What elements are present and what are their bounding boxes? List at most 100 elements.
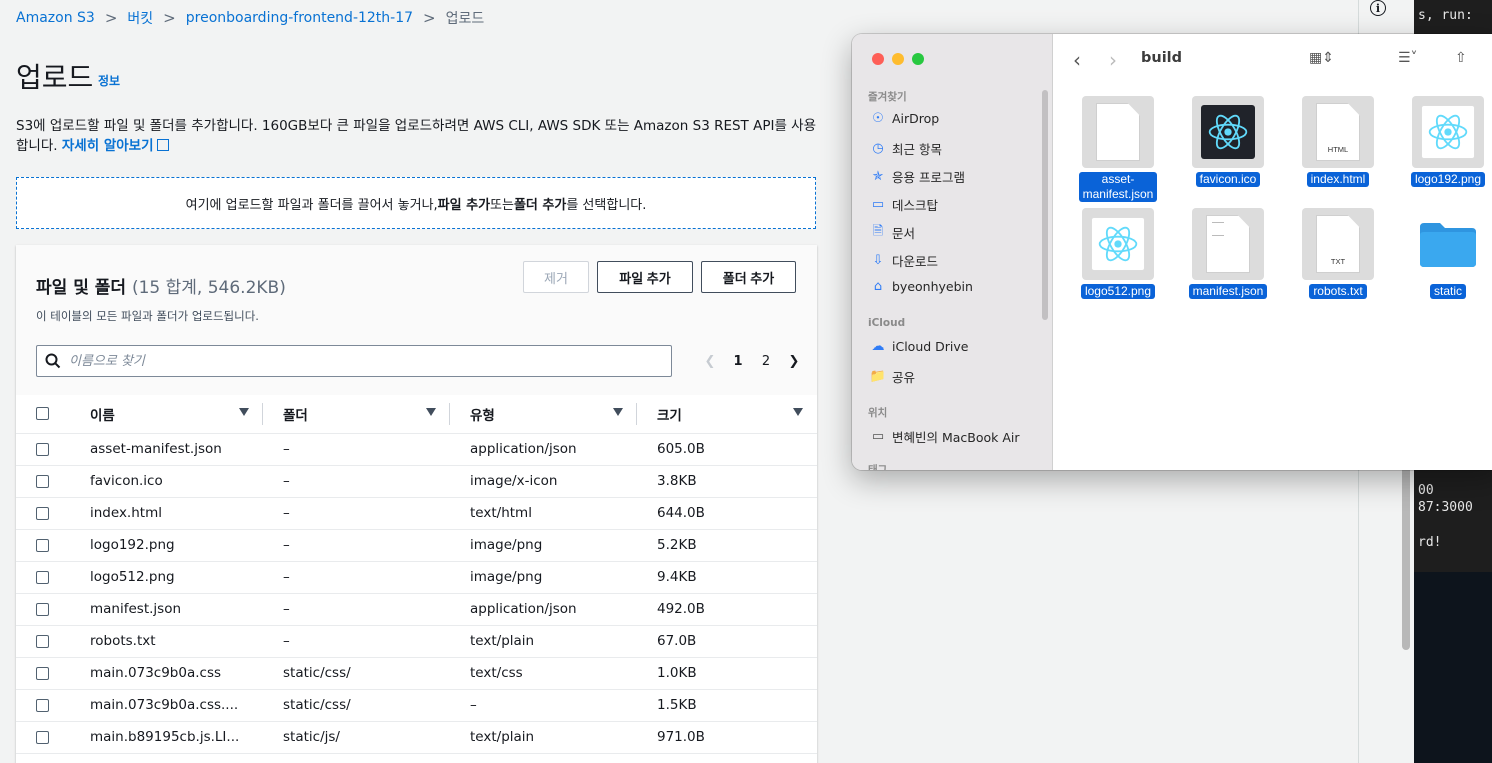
type-cell: text/css — [450, 657, 637, 690]
minimize-window-button[interactable] — [892, 53, 904, 65]
row-checkbox[interactable] — [36, 698, 49, 712]
row-checkbox[interactable] — [36, 474, 49, 488]
file-name-label: logo512.png — [1080, 284, 1156, 299]
table-row[interactable]: asset-manifest.json – application/json 605.… — [16, 433, 817, 466]
next-page-icon[interactable]: ❯ — [780, 354, 808, 369]
files-table: 이름 폴더 유형 크기 asset-manifest.json – applicat… — [16, 395, 817, 754]
remove-button[interactable]: 제거 — [523, 261, 589, 293]
file-tile[interactable]: manifest.json — [1183, 208, 1273, 299]
learn-more-link[interactable]: 자세히 알아보기 — [62, 138, 169, 154]
row-checkbox[interactable] — [36, 602, 49, 616]
breadcrumb-bucket[interactable]: preonboarding-frontend-12th-17 — [186, 10, 413, 26]
sidebar-item[interactable]: ✯ 응용 프로그램 — [870, 167, 965, 186]
file-tile[interactable]: TXT robots.txt — [1293, 208, 1383, 299]
dropzone-prefix: 여기에 업로드할 파일과 폴더를 끌어서 놓거나, — [185, 197, 438, 213]
row-checkbox[interactable] — [36, 730, 49, 744]
sidebar-item[interactable]: ☁ iCloud Drive — [870, 339, 969, 354]
type-cell: image/png — [450, 529, 637, 562]
table-row[interactable]: index.html – text/html 644.0B — [16, 497, 817, 530]
sidebar-item[interactable]: ⇩ 다운로드 — [870, 251, 938, 270]
sidebar-item[interactable]: ⌂ byeonhyebin — [870, 279, 973, 294]
sidebar-item[interactable]: ▭ 변혜빈의 MacBook Air — [870, 427, 1020, 446]
breadcrumb-buckets[interactable]: 버킷 — [127, 8, 153, 28]
file-type-tag: TXT — [1330, 257, 1346, 266]
file-tile[interactable]: HTML index.html — [1293, 96, 1383, 187]
sidebar-item[interactable]: 📁 공유 — [870, 367, 915, 386]
upload-dropzone[interactable]: 여기에 업로드할 파일과 폴더를 끌어서 놓거나, 파일 추가 또는 폴더 추가… — [16, 177, 816, 229]
back-icon[interactable]: ‹ — [1073, 48, 1081, 72]
info-link[interactable]: 정보 — [98, 72, 120, 89]
file-tile[interactable]: logo512.png — [1073, 208, 1163, 299]
size-cell: 644.0B — [637, 497, 817, 530]
row-checkbox[interactable] — [36, 666, 49, 680]
search-input[interactable] — [69, 353, 629, 369]
column-name[interactable]: 이름 — [76, 395, 263, 434]
file-name-label: asset- manifest.json — [1078, 172, 1158, 202]
sidebar-item[interactable]: ▭ 데스크탑 — [870, 195, 938, 214]
logo-image — [1421, 105, 1475, 159]
add-folder-button[interactable]: 폴더 추가 — [701, 261, 796, 293]
table-row[interactable]: main.073c9b0a.css.... static/css/–1.5KB — [16, 689, 817, 722]
column-size[interactable]: 크기 — [637, 395, 817, 434]
row-checkbox[interactable] — [36, 570, 49, 584]
share-icon[interactable]: ⇧ — [1455, 50, 1467, 66]
sidebar-item[interactable]: ☉ AirDrop — [870, 111, 939, 126]
icon-view-icon[interactable]: ▦⇕ — [1309, 50, 1334, 66]
table-row[interactable]: logo512.png – image/png 9.4KB — [16, 561, 817, 594]
react-logo-icon — [1428, 114, 1468, 150]
sidebar-item[interactable]: 🗎 문서 — [870, 223, 915, 242]
page-1[interactable]: 1 — [724, 354, 752, 369]
row-checkbox[interactable] — [36, 634, 49, 648]
add-files-button[interactable]: 파일 추가 — [597, 261, 693, 293]
breadcrumb-s3[interactable]: Amazon S3 — [16, 10, 95, 26]
prev-page-icon[interactable]: ❮ — [696, 354, 724, 369]
favorites-heading: 즐겨찾기 — [868, 91, 907, 103]
desktop-icon: ▭ — [871, 197, 885, 212]
column-folder[interactable]: 폴더 — [263, 395, 450, 434]
favicon-image — [1201, 105, 1255, 159]
page-2[interactable]: 2 — [752, 354, 780, 369]
folder-cell: – — [263, 625, 450, 658]
table-body: asset-manifest.json – application/json 605.… — [16, 433, 817, 754]
row-select-cell — [16, 657, 76, 690]
row-checkbox[interactable] — [36, 442, 49, 456]
file-tile[interactable]: asset- manifest.json — [1073, 96, 1163, 202]
window-controls — [872, 53, 924, 65]
table-row[interactable]: manifest.json – application/json 492.0B — [16, 593, 817, 626]
row-select-cell — [16, 465, 76, 498]
chevron-right-icon: > — [104, 9, 118, 27]
terminal-line: rd! — [1418, 535, 1442, 550]
table-row[interactable]: logo192.png – image/png 5.2KB — [16, 529, 817, 562]
row-checkbox[interactable] — [36, 506, 49, 520]
table-row[interactable]: robots.txt – text/plain 67.0B — [16, 625, 817, 658]
column-type[interactable]: 유형 — [450, 395, 637, 434]
column-folder-label: 폴더 — [283, 407, 308, 424]
row-checkbox[interactable] — [36, 538, 49, 552]
folder-cell: – — [263, 433, 450, 466]
breadcrumb-current: 업로드 — [445, 11, 485, 27]
size-cell: 5.2KB — [637, 529, 817, 562]
file-tile[interactable]: static — [1403, 208, 1492, 299]
file-tile[interactable]: logo192.png — [1403, 96, 1492, 187]
search-box — [36, 345, 672, 377]
info-icon[interactable]: i — [1370, 0, 1386, 16]
folder-cell: – — [263, 593, 450, 626]
file-tile[interactable]: favicon.ico — [1183, 96, 1273, 187]
file-name-cell: asset-manifest.json — [76, 433, 263, 466]
panel-title: 파일 및 폴더 (15 합계, 546.2KB) — [36, 273, 286, 298]
sidebar-scrollbar[interactable] — [1042, 90, 1048, 320]
table-row[interactable]: main.073c9b0a.css static/css/text/css 1.0K… — [16, 657, 817, 690]
file-type-tag: HTML — [1327, 145, 1349, 154]
zoom-window-button[interactable] — [912, 53, 924, 65]
clock-icon: ◷ — [872, 141, 884, 156]
table-row[interactable]: favicon.ico – image/x-icon 3.8KB — [16, 465, 817, 498]
group-view-icon[interactable]: ☰˅ — [1398, 50, 1418, 66]
close-window-button[interactable] — [872, 53, 884, 65]
select-all-checkbox[interactable] — [36, 407, 49, 421]
table-row[interactable]: main.b89195cb.js.LI... static/js/text/pla… — [16, 721, 817, 754]
sort-down-icon — [239, 408, 249, 416]
forward-icon[interactable]: › — [1109, 48, 1117, 72]
sidebar-item[interactable]: ◷ 최근 항목 — [870, 139, 942, 158]
dropzone-suffix: 를 선택합니다. — [566, 197, 647, 213]
row-select-cell — [16, 529, 76, 562]
